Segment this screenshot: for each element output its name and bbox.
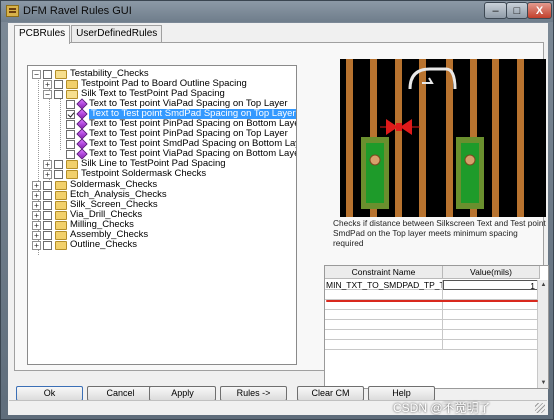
folder-icon xyxy=(55,190,67,200)
tree-node-testpoint-soldermask[interactable]: + Testpoint Soldermask Checks xyxy=(43,169,206,179)
rule-checkbox[interactable] xyxy=(66,99,75,109)
maximize-button[interactable]: □ xyxy=(506,2,528,19)
column-header-value[interactable]: Value(mils) xyxy=(443,266,540,279)
expand-icon[interactable]: + xyxy=(32,220,41,230)
tree-checkbox[interactable] xyxy=(43,69,52,79)
table-row[interactable] xyxy=(325,320,540,330)
folder-icon xyxy=(66,79,78,89)
table-row[interactable] xyxy=(325,310,540,320)
close-button[interactable]: X xyxy=(527,2,552,19)
rule-checkbox[interactable] xyxy=(66,129,75,139)
highlight-underline xyxy=(326,300,538,302)
app-icon xyxy=(6,5,19,17)
tab-userdefinedrules[interactable]: UserDefinedRules xyxy=(71,25,163,43)
rule-checkbox[interactable] xyxy=(66,119,75,129)
rule-description: Checks if distance between Silkscreen Te… xyxy=(333,218,546,248)
apply-button[interactable]: Apply xyxy=(149,386,216,401)
rule-checkbox[interactable] xyxy=(66,109,75,119)
tree-checkbox[interactable] xyxy=(43,220,52,230)
expand-icon[interactable]: + xyxy=(43,79,52,89)
tree-checkbox[interactable] xyxy=(43,190,52,200)
tree-checkbox[interactable] xyxy=(54,89,63,99)
minimize-button[interactable]: – xyxy=(484,2,507,19)
constraint-name-cell[interactable]: MIN_TXT_TO_SMDPAD_TP_TOP_D xyxy=(325,280,443,290)
title-bar[interactable]: DFM Ravel Rules GUI – □ X xyxy=(1,1,553,22)
tab-strip: PCBRules UserDefinedRules xyxy=(14,25,163,44)
grid-scrollbar[interactable]: ▲ ▼ xyxy=(537,280,548,388)
constraint-value-cell[interactable]: 1 xyxy=(443,280,540,290)
column-header-constraint[interactable]: Constraint Name xyxy=(325,266,443,279)
expand-icon[interactable]: + xyxy=(43,169,52,179)
folder-icon xyxy=(55,180,67,190)
constraint-grid[interactable]: Constraint Name Value(mils) MIN_TXT_TO_S… xyxy=(324,265,549,389)
tree-connector xyxy=(60,95,61,150)
table-row[interactable] xyxy=(325,290,540,300)
window-title: DFM Ravel Rules GUI xyxy=(23,5,132,17)
tab-pcbrules[interactable]: PCBRules xyxy=(14,25,71,44)
tree-checkbox[interactable] xyxy=(54,79,63,89)
tree-checkbox[interactable] xyxy=(54,169,63,179)
folder-icon xyxy=(55,230,67,240)
collapse-icon[interactable]: − xyxy=(43,89,52,99)
tree-checkbox[interactable] xyxy=(43,200,52,210)
folder-icon xyxy=(55,210,67,220)
table-cell[interactable] xyxy=(325,310,443,320)
tree-checkbox[interactable] xyxy=(43,230,52,240)
tree-node-label: Outline_Checks xyxy=(70,239,138,250)
expand-icon[interactable]: + xyxy=(32,180,41,190)
folder-icon xyxy=(66,159,78,169)
expand-icon[interactable]: + xyxy=(32,190,41,200)
resize-grip-icon[interactable] xyxy=(535,403,545,413)
expand-icon[interactable]: + xyxy=(32,200,41,210)
scroll-up-icon[interactable]: ▲ xyxy=(538,280,548,290)
folder-icon xyxy=(55,240,67,250)
tree-checkbox[interactable] xyxy=(54,159,63,169)
tab-page: − Testability_Checks + Testpoint Pad to … xyxy=(14,42,549,389)
folder-icon xyxy=(55,220,67,230)
tree-checkbox[interactable] xyxy=(43,240,52,250)
expand-icon[interactable]: + xyxy=(32,240,41,250)
rules-button[interactable]: Rules -> xyxy=(220,386,287,401)
dialog-client: PCBRules UserDefinedRules − Testability_… xyxy=(8,23,549,415)
tree-node-outline[interactable]: + Outline_Checks xyxy=(32,240,137,250)
cancel-button[interactable]: Cancel xyxy=(87,386,154,401)
tree-checkbox[interactable] xyxy=(43,210,52,220)
expand-icon[interactable]: + xyxy=(43,159,52,169)
table-cell[interactable] xyxy=(325,290,443,300)
table-row[interactable] xyxy=(325,340,540,350)
watermark: CSDN @不觉明了 xyxy=(393,401,491,415)
table-row[interactable] xyxy=(325,330,540,340)
pcb-illustration xyxy=(340,59,546,217)
folder-icon xyxy=(66,169,78,179)
table-cell[interactable] xyxy=(325,320,443,330)
rule-preview-image xyxy=(340,59,546,217)
tree-checkbox[interactable] xyxy=(43,180,52,190)
table-cell[interactable] xyxy=(325,330,443,340)
app-window: DFM Ravel Rules GUI – □ X PCBRules UserD… xyxy=(0,0,554,420)
table-row[interactable]: MIN_TXT_TO_SMDPAD_TP_TOP_D 1 xyxy=(325,280,540,290)
scroll-down-icon[interactable]: ▼ xyxy=(538,378,548,388)
rule-checkbox[interactable] xyxy=(66,149,75,159)
folder-open-icon xyxy=(55,69,67,79)
clear-cm-button[interactable]: Clear CM xyxy=(297,386,364,401)
expand-icon[interactable]: + xyxy=(32,230,41,240)
tree-node-label: Testpoint Soldermask Checks xyxy=(81,168,207,179)
expand-icon[interactable]: + xyxy=(32,210,41,220)
folder-open-icon xyxy=(66,89,78,99)
rule-checkbox[interactable] xyxy=(66,139,75,149)
rules-tree[interactable]: − Testability_Checks + Testpoint Pad to … xyxy=(27,65,297,365)
table-cell[interactable] xyxy=(325,340,443,350)
ok-button[interactable]: Ok xyxy=(16,386,83,401)
collapse-icon[interactable]: − xyxy=(32,69,41,79)
folder-icon xyxy=(55,200,67,210)
